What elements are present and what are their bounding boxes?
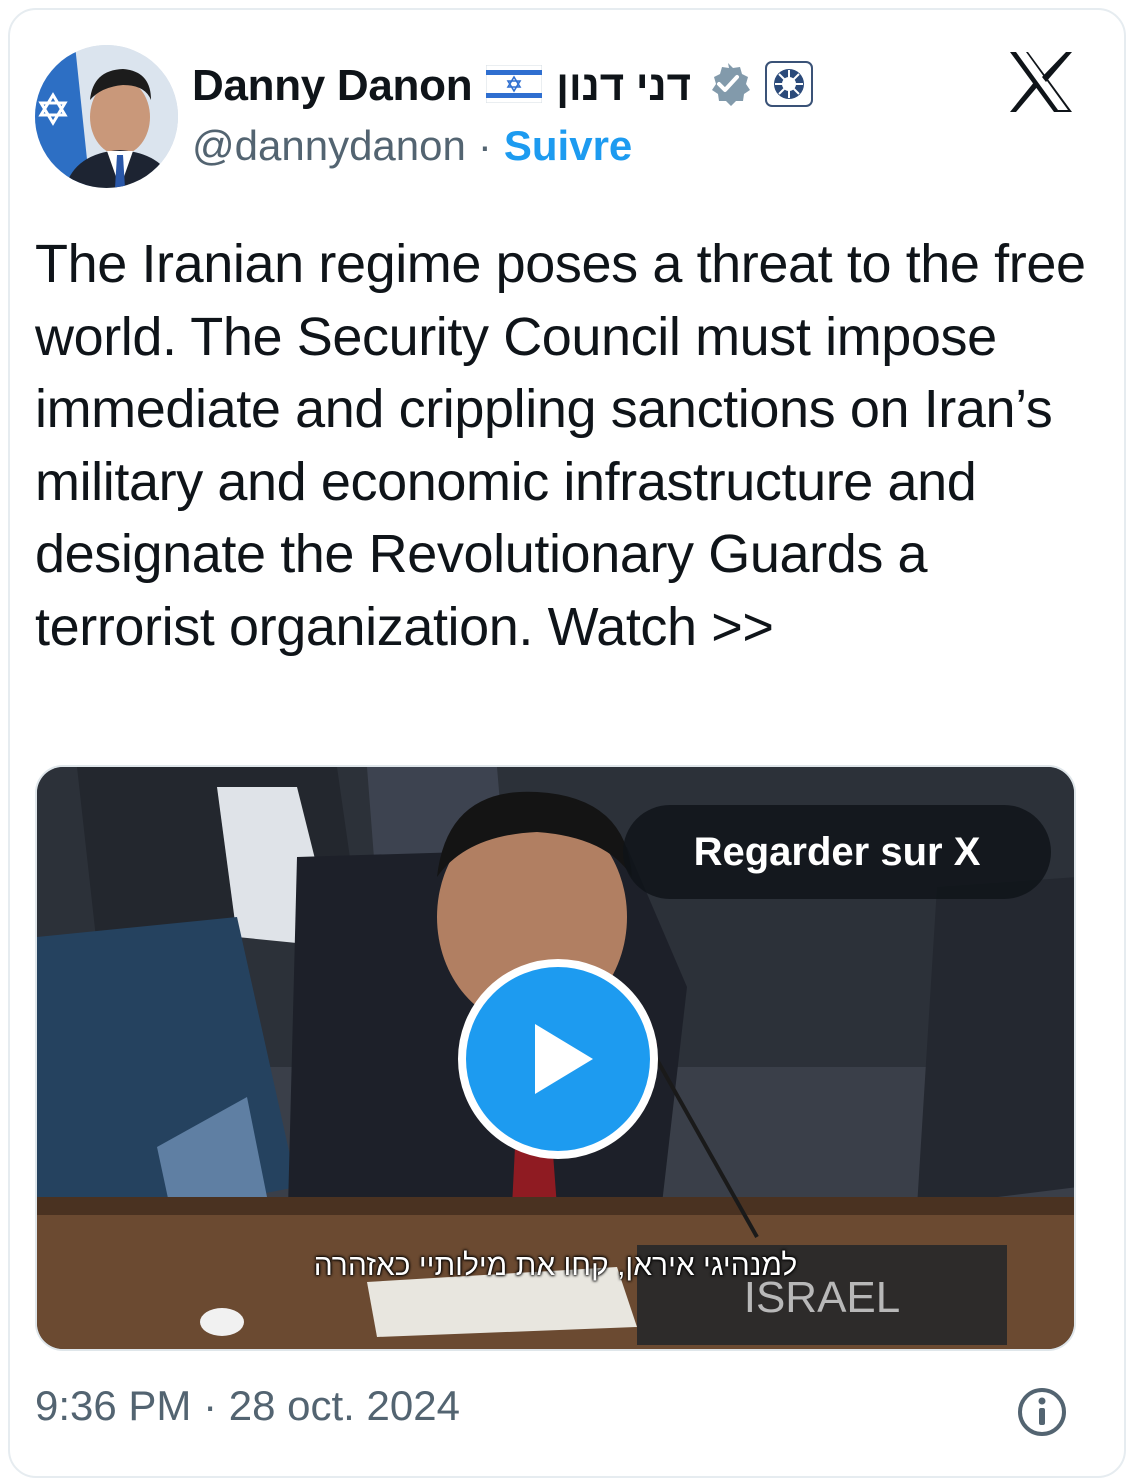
- info-icon[interactable]: [1016, 1386, 1068, 1438]
- author-handle-row: @dannydanon · Suivre: [192, 120, 632, 172]
- display-name[interactable]: Danny Danon: [192, 61, 473, 111]
- follow-button[interactable]: Suivre: [504, 122, 632, 170]
- hebrew-name[interactable]: דני דנון: [556, 62, 691, 110]
- play-button[interactable]: [458, 959, 658, 1159]
- play-icon: [535, 1024, 593, 1094]
- tweet-text: The Iranian regime poses a threat to the…: [35, 234, 1086, 657]
- video-subtitle: למנהיגי איראן, קחו את מילותיי כאזהרה: [313, 1249, 798, 1282]
- author-name-row: Danny Danon דני דנון: [192, 58, 814, 114]
- separator-dot: ·: [477, 122, 492, 169]
- handle[interactable]: @dannydanon: [192, 122, 466, 170]
- watch-on-x-button[interactable]: Regarder sur X: [623, 805, 1051, 899]
- x-logo-icon[interactable]: [1008, 50, 1074, 114]
- timestamp[interactable]: 9:36 PM · 28 oct. 2024: [35, 1382, 460, 1430]
- avatar[interactable]: [35, 45, 178, 188]
- video-media[interactable]: ISRAEL Regarder sur X למנהיגי איראן, קחו…: [35, 765, 1076, 1351]
- israel-flag-icon: [485, 64, 543, 108]
- verified-badge-icon: [705, 61, 751, 112]
- affiliation-badge-icon[interactable]: [765, 60, 814, 112]
